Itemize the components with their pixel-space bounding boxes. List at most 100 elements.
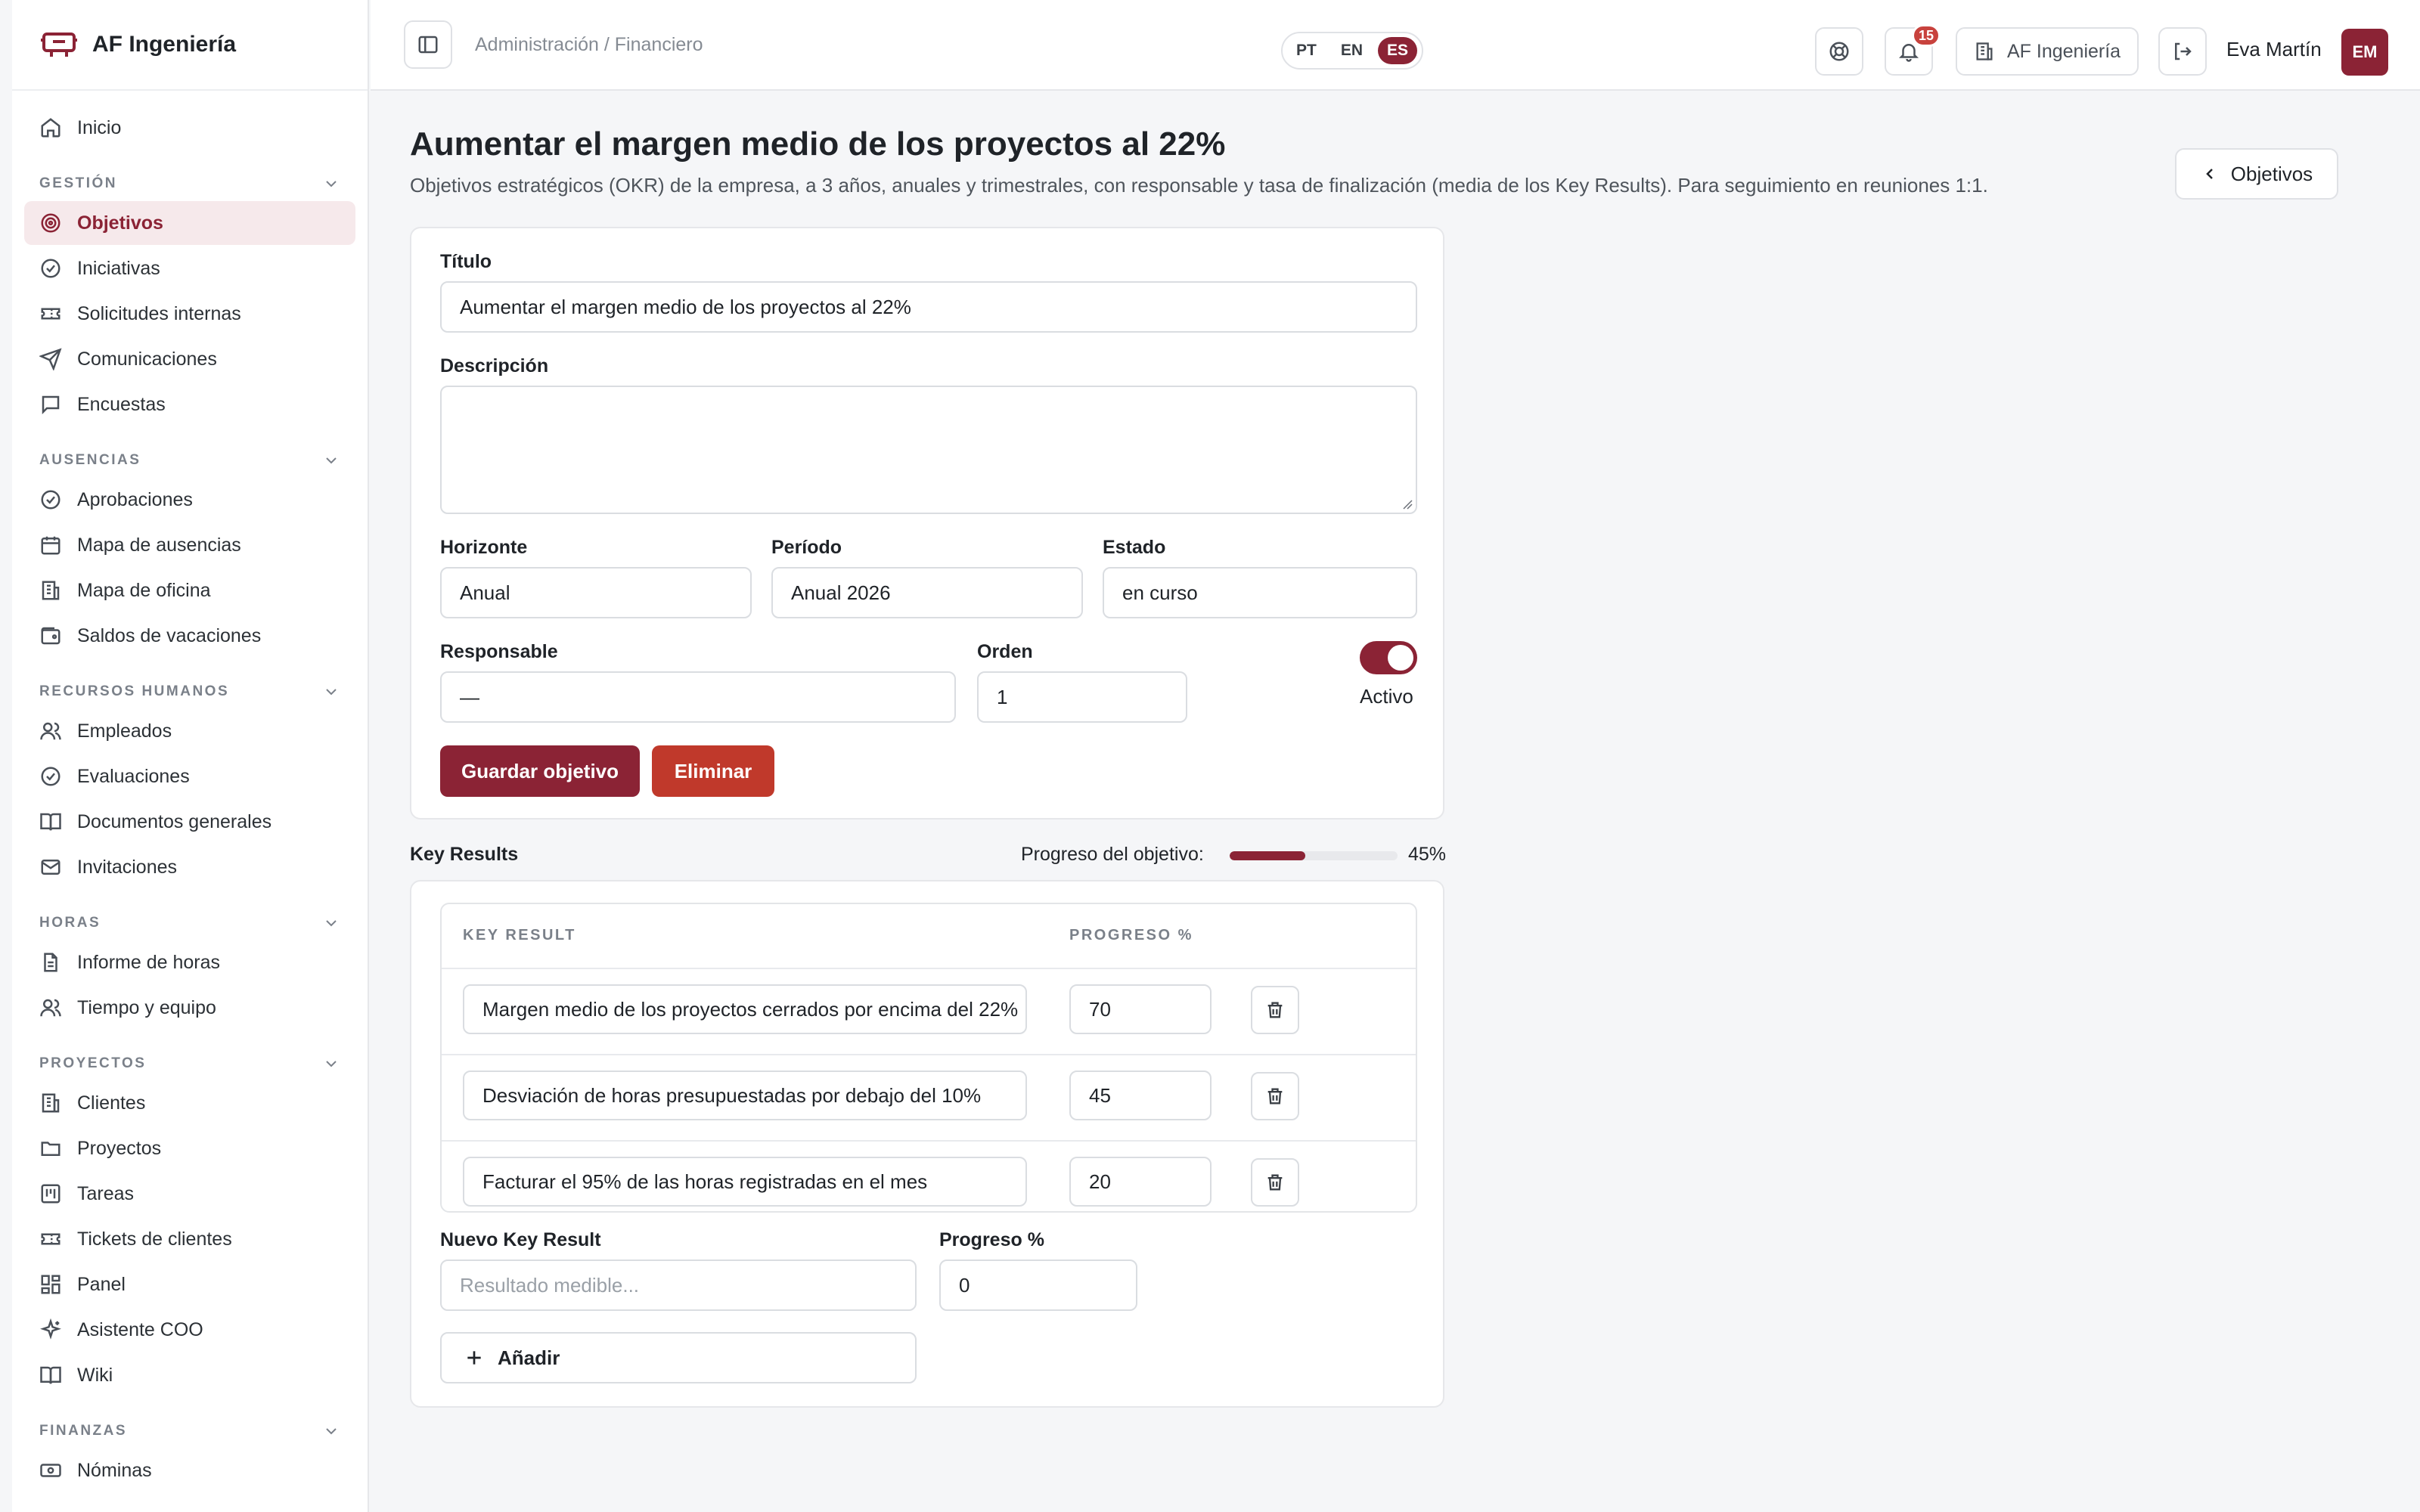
kanban-icon — [41, 1184, 60, 1204]
chevron-down-icon — [326, 1428, 337, 1435]
section-title: HORAS — [39, 915, 101, 931]
sidebar-item-invitaciones[interactable]: Invitaciones — [24, 845, 355, 889]
building-icon — [42, 1093, 60, 1113]
check-circle-icon — [41, 259, 60, 278]
sidebar-item-asistente-coo[interactable]: Asistente COO — [24, 1308, 355, 1352]
section-finanzas[interactable]: FINANZAS — [24, 1399, 355, 1448]
section-title: GESTIÓN — [39, 175, 118, 191]
sidebar-item-label: Solicitudes internas — [77, 302, 241, 324]
objective-progress-fill — [1230, 851, 1305, 860]
back-to-objectives-button[interactable]: Objetivos — [2175, 148, 2338, 200]
logout-button[interactable] — [2158, 27, 2207, 76]
description-textarea[interactable] — [440, 386, 1417, 514]
message-square-icon — [42, 395, 60, 415]
section-proyectos[interactable]: PROYECTOS — [24, 1031, 355, 1081]
book-icon — [40, 1366, 61, 1384]
period-select[interactable]: Anual 2026 — [771, 567, 1083, 618]
sidebar-item-evaluaciones[interactable]: Evaluaciones — [24, 754, 355, 798]
sidebar-item-nominas[interactable]: Nóminas — [24, 1448, 355, 1492]
lang-en[interactable]: EN — [1332, 37, 1372, 64]
chevron-down-icon — [326, 1061, 337, 1067]
row-divider — [442, 968, 1416, 969]
avatar[interactable]: EM — [2341, 29, 2388, 76]
sidebar-item-mapa-ausencias[interactable]: Mapa de ausencias — [24, 523, 355, 567]
user-name[interactable]: Eva Martín — [2226, 38, 2322, 61]
sidebar-item-clientes[interactable]: Clientes — [24, 1081, 355, 1125]
sidebar-item-comunicaciones[interactable]: Comunicaciones — [24, 337, 355, 381]
key-results-table: KEY RESULT PROGRESO % Margen medio de lo… — [440, 903, 1417, 1213]
mail-icon — [41, 860, 60, 875]
sidebar-item-label: Objetivos — [77, 212, 163, 234]
order-input[interactable]: 1 — [977, 671, 1187, 723]
section-recursos-humanos[interactable]: RECURSOS HUMANOS — [24, 659, 355, 709]
sidebar-item-solicitudes[interactable]: Solicitudes internas — [24, 292, 355, 336]
sidebar-item-mapa-oficina[interactable]: Mapa de oficina — [24, 569, 355, 612]
sidebar-item-wiki[interactable]: Wiki — [24, 1353, 355, 1397]
brand[interactable]: AF Ingeniería — [12, 0, 368, 91]
lang-es[interactable]: ES — [1377, 37, 1417, 64]
sidebar-item-empleados[interactable]: Empleados — [24, 709, 355, 753]
resize-handle-icon[interactable] — [1401, 497, 1413, 510]
new-key-result-input[interactable]: Resultado medible... — [440, 1259, 917, 1311]
sidebar-item-tiempo-equipo[interactable]: Tiempo y equipo — [24, 986, 355, 1030]
horizon-select[interactable]: Anual — [440, 567, 752, 618]
sidebar-item-informe-horas[interactable]: Informe de horas — [24, 940, 355, 984]
file-text-icon — [44, 953, 57, 972]
status-select[interactable]: en curso — [1103, 567, 1417, 618]
sidebar-item-tareas[interactable]: Tareas — [24, 1172, 355, 1216]
key-result-text-input[interactable]: Facturar el 95% de las horas registradas… — [463, 1157, 1027, 1207]
section-gestion[interactable]: GESTIÓN — [24, 151, 355, 201]
key-result-progress-input[interactable]: 20 — [1069, 1157, 1212, 1207]
toggle-sidebar-button[interactable] — [404, 20, 452, 69]
sidebar-item-tickets-clientes[interactable]: Tickets de clientes — [24, 1217, 355, 1261]
lang-pt[interactable]: PT — [1287, 37, 1326, 64]
key-result-text-input[interactable]: Margen medio de los proyectos cerrados p… — [463, 984, 1027, 1034]
target-icon — [41, 213, 60, 233]
home-icon — [41, 118, 60, 138]
section-ausencias[interactable]: AUSENCIAS — [24, 428, 355, 478]
wallet-icon — [41, 627, 60, 645]
sidebar-item-label: Encuestas — [77, 393, 166, 415]
delete-key-result-button[interactable] — [1251, 1158, 1299, 1207]
section-horas[interactable]: HORAS — [24, 891, 355, 940]
sidebar-nav: Inicio GESTIÓN Objetivos Iniciativas Sol… — [12, 91, 368, 1492]
trash-icon — [1267, 1002, 1283, 1018]
sidebar-item-aprobaciones[interactable]: Aprobaciones — [24, 478, 355, 522]
lifebuoy-icon — [1829, 42, 1849, 61]
sidebar-item-label: Aprobaciones — [77, 488, 193, 510]
company-button[interactable]: AF Ingeniería — [1956, 27, 2139, 76]
objective-progress-value: 45% — [1408, 844, 1447, 865]
delete-key-result-button[interactable] — [1251, 986, 1299, 1034]
add-key-result-button[interactable]: Añadir — [440, 1332, 917, 1383]
new-progress-input[interactable]: 0 — [939, 1259, 1137, 1311]
order-label: Orden — [977, 641, 1033, 662]
sidebar-item-proyectos[interactable]: Proyectos — [24, 1126, 355, 1170]
sidebar-item-iniciativas[interactable]: Iniciativas — [24, 246, 355, 290]
status-label: Estado — [1103, 537, 1166, 558]
folder-icon — [41, 1142, 60, 1156]
column-header-progress: PROGRESO % — [1069, 927, 1193, 943]
sidebar-item-panel[interactable]: Panel — [24, 1263, 355, 1306]
page-title: Aumentar el margen medio de los proyecto… — [410, 125, 1226, 163]
sidebar-item-documentos[interactable]: Documentos generales — [24, 800, 355, 844]
sidebar-item-label: Tiempo y equipo — [77, 996, 216, 1018]
breadcrumb[interactable]: Administración / Financiero — [475, 34, 703, 56]
owner-select[interactable]: — — [440, 671, 956, 723]
sidebar-item-objetivos[interactable]: Objetivos — [24, 201, 355, 245]
active-toggle[interactable] — [1360, 641, 1417, 674]
sidebar-item-label: Asistente COO — [77, 1318, 203, 1340]
save-objective-button[interactable]: Guardar objetivo — [440, 745, 640, 797]
key-result-text-input[interactable]: Desviación de horas presupuestadas por d… — [463, 1070, 1027, 1120]
objective-progress-bar — [1230, 851, 1398, 860]
sidebar-item-inicio[interactable]: Inicio — [24, 106, 355, 150]
sidebar-item-saldos[interactable]: Saldos de vacaciones — [24, 614, 355, 658]
help-button[interactable] — [1815, 27, 1863, 76]
key-result-progress-input[interactable]: 45 — [1069, 1070, 1212, 1120]
title-input[interactable]: Aumentar el margen medio de los proyecto… — [440, 281, 1417, 333]
sidebar-item-label: Nóminas — [77, 1459, 152, 1481]
section-title: FINANZAS — [39, 1423, 128, 1439]
sidebar-item-encuestas[interactable]: Encuestas — [24, 383, 355, 426]
key-result-progress-input[interactable]: 70 — [1069, 984, 1212, 1034]
delete-objective-button[interactable]: Eliminar — [652, 745, 774, 797]
delete-key-result-button[interactable] — [1251, 1072, 1299, 1120]
